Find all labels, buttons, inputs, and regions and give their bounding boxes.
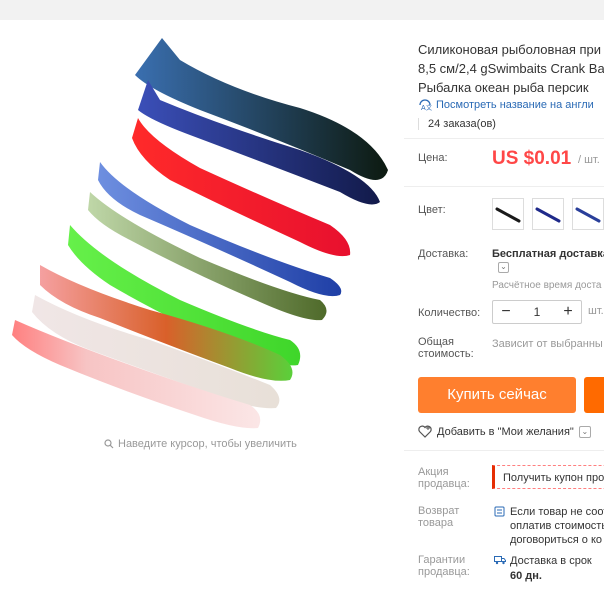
guarantee-label-line: Гарантии: [418, 554, 466, 566]
svg-text:文: 文: [426, 104, 432, 112]
total-label-line: стоимость:: [418, 348, 474, 360]
divider: [404, 186, 604, 187]
price-value: US $0.01: [492, 148, 572, 169]
returns-label: Возврат товара: [418, 505, 459, 529]
product-title-line: Силиконовая рыболовная при: [418, 42, 602, 57]
quantity-label: Количество:: [418, 307, 481, 319]
guarantee-days: 60 дн.: [510, 570, 542, 582]
return-policy-text: Если товар не соот оплатив стоимость дог…: [510, 505, 604, 547]
chevron-down-icon[interactable]: ⌄: [498, 262, 509, 273]
shipping-value: Бесплатная доставка: [492, 248, 604, 260]
get-coupon-button[interactable]: Получить купон про: [492, 465, 604, 489]
truck-icon: [494, 556, 506, 565]
return-policy-line: Если товар не соот: [510, 506, 604, 518]
quantity-increase-button[interactable]: +: [555, 302, 581, 322]
price-unit: / шт.: [578, 154, 600, 166]
heart-plus-icon: [418, 425, 432, 438]
total-label: Общая стоимость:: [418, 336, 474, 360]
magnifier-icon: [104, 439, 114, 449]
orders-count: 24 заказа(ов): [418, 118, 496, 130]
product-info-panel: Силиконовая рыболовная при 8,5 см/2,4 gS…: [404, 20, 604, 592]
quantity-stepper: − 1 +: [492, 300, 582, 324]
divider: [404, 138, 604, 139]
guarantee-text: Доставка в срок 60 дн.: [510, 554, 592, 584]
translate-icon: A 文: [419, 99, 432, 112]
color-label: Цвет:: [418, 204, 446, 216]
returns-label-line: товара: [418, 517, 454, 529]
product-title-line: Рыбалка океан рыба персик: [418, 80, 589, 95]
add-to-cart-button[interactable]: [584, 377, 604, 413]
seller-promo-label-line: продавца:: [418, 478, 470, 490]
total-value: Зависит от выбранны: [492, 338, 603, 350]
delivery-time: Расчётное время доста: [492, 280, 602, 291]
returns-label-line: Возврат: [418, 505, 460, 517]
total-label-line: Общая: [418, 336, 454, 348]
guarantee-line: Доставка в срок: [510, 555, 592, 567]
zoom-hint: Наведите курсор, чтобы увеличить: [104, 438, 297, 450]
color-swatch-navy[interactable]: [532, 198, 564, 230]
return-policy-icon: [494, 506, 505, 517]
guarantee-label: Гарантии продавца:: [418, 554, 470, 578]
product-gallery: Наведите курсор, чтобы увеличить: [0, 20, 404, 592]
quantity-input[interactable]: 1: [519, 305, 555, 319]
return-policy-line: договориться о ко: [510, 534, 603, 546]
guarantee-label-line: продавца:: [418, 566, 470, 578]
seller-promo-label-line: Акция: [418, 466, 449, 478]
product-image[interactable]: [0, 20, 404, 440]
chevron-down-icon[interactable]: ⌄: [578, 425, 591, 438]
return-policy-line: оплатив стоимость: [510, 520, 604, 532]
buy-now-button[interactable]: Купить сейчас: [418, 377, 576, 413]
color-swatch-blue[interactable]: [572, 198, 604, 230]
price-label: Цена:: [418, 152, 448, 164]
quantity-decrease-button[interactable]: −: [493, 302, 519, 322]
divider: [404, 450, 604, 451]
wishlist-text: Добавить в "Мои желания": [437, 425, 574, 438]
product-title: Силиконовая рыболовная при 8,5 см/2,4 gS…: [418, 40, 604, 97]
seller-promo-label: Акция продавца:: [418, 466, 470, 490]
color-swatch-black[interactable]: [492, 198, 524, 230]
zoom-hint-text: Наведите курсор, чтобы увеличить: [118, 438, 297, 450]
translate-link-text: Посмотреть название на англи: [436, 99, 594, 111]
quantity-unit: шт.: [588, 305, 604, 317]
add-to-wishlist-link[interactable]: Добавить в "Мои желания" ⌄: [418, 425, 591, 438]
product-title-line: 8,5 см/2,4 gSwimbaits Crank Ba: [418, 61, 604, 76]
shipping-label: Доставка:: [418, 248, 469, 260]
translate-title-link[interactable]: A 文 Посмотреть название на англи: [418, 98, 594, 112]
top-bar: [0, 0, 604, 20]
